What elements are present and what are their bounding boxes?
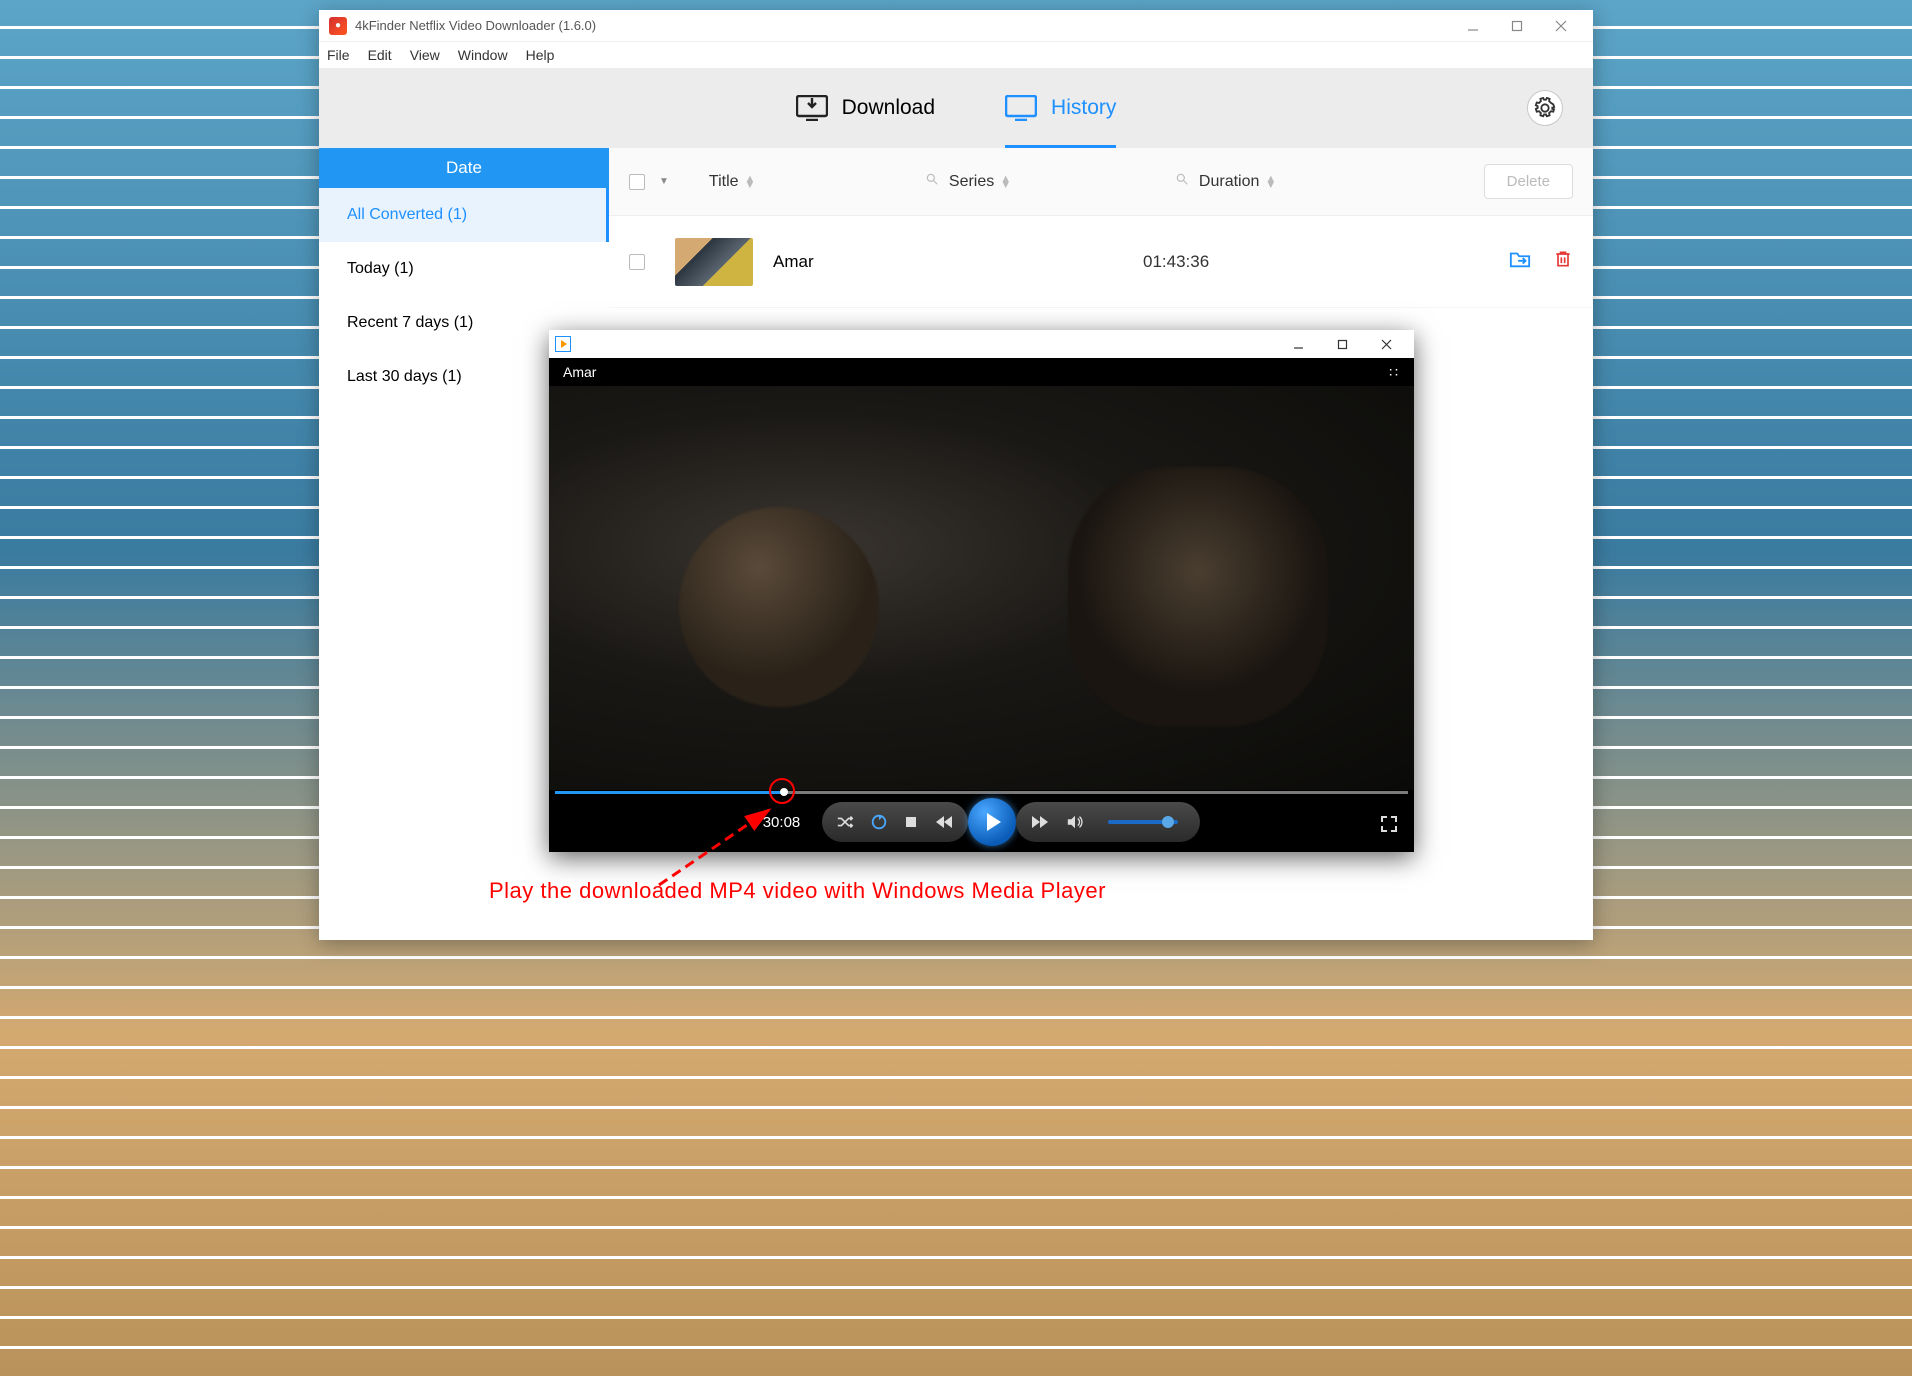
controls-pill-left <box>822 802 968 842</box>
seek-bar[interactable] <box>555 791 1408 794</box>
sort-icon: ▲▼ <box>745 176 756 188</box>
seek-progress <box>555 791 785 794</box>
delete-row-button[interactable] <box>1553 249 1573 274</box>
tab-download-label: Download <box>842 96 935 120</box>
play-button[interactable] <box>968 798 1016 846</box>
row-duration: 01:43:36 <box>1143 252 1363 272</box>
select-all-checkbox[interactable] <box>629 174 645 190</box>
player-minimize-button[interactable] <box>1276 331 1320 357</box>
row-checkbox[interactable] <box>629 254 645 270</box>
player-video-title: Amar <box>563 364 596 380</box>
forward-button[interactable] <box>1030 815 1050 829</box>
close-button[interactable] <box>1539 11 1583 41</box>
tab-download[interactable]: Download <box>796 68 935 148</box>
download-icon <box>796 95 828 121</box>
menu-edit[interactable]: Edit <box>368 47 392 63</box>
tab-history[interactable]: History <box>1005 68 1116 148</box>
filter-all-converted[interactable]: All Converted (1) <box>319 188 609 242</box>
menu-window[interactable]: Window <box>458 47 508 63</box>
table-row[interactable]: Amar 01:43:36 <box>609 216 1593 308</box>
fullscreen-button[interactable] <box>1380 815 1398 838</box>
volume-slider[interactable] <box>1108 820 1178 824</box>
sidebar-header: Date <box>319 148 609 188</box>
column-series-label: Series <box>949 173 994 191</box>
sort-icon: ▲▼ <box>1000 176 1011 188</box>
window-title: 4kFinder Netflix Video Downloader (1.6.0… <box>355 18 1451 33</box>
annotation-text: Play the downloaded MP4 video with Windo… <box>489 878 1106 904</box>
table-header: ▼ Title ▲▼ Series ▲▼ Duration ▲▼ Delete <box>609 148 1593 216</box>
media-player-window: Amar ∷ 30:08 <box>549 330 1414 852</box>
minimize-button[interactable] <box>1451 11 1495 41</box>
video-content <box>679 507 879 707</box>
player-header: Amar ∷ <box>549 358 1414 386</box>
player-maximize-button[interactable] <box>1320 331 1364 357</box>
column-series[interactable]: Series ▲▼ <box>949 172 1189 191</box>
filter-today[interactable]: Today (1) <box>319 242 609 296</box>
player-view-button[interactable]: ∷ <box>1389 364 1400 381</box>
player-controls: 30:08 <box>549 798 1414 846</box>
player-titlebar <box>549 330 1414 358</box>
maximize-button[interactable] <box>1495 11 1539 41</box>
gear-icon <box>1534 97 1556 119</box>
video-display[interactable] <box>549 386 1414 790</box>
shuffle-button[interactable] <box>836 814 854 830</box>
open-folder-button[interactable] <box>1509 249 1531 274</box>
video-thumbnail <box>675 238 753 286</box>
settings-button[interactable] <box>1527 90 1563 126</box>
menu-file[interactable]: File <box>327 47 350 63</box>
stop-button[interactable] <box>904 815 918 829</box>
titlebar: ● 4kFinder Netflix Video Downloader (1.6… <box>319 10 1593 42</box>
app-icon: ● <box>329 17 347 35</box>
chevron-down-icon[interactable]: ▼ <box>659 176 669 187</box>
rewind-button[interactable] <box>934 815 954 829</box>
tab-bar: Download History <box>319 68 1593 148</box>
repeat-button[interactable] <box>870 813 888 831</box>
wmp-icon <box>555 336 571 352</box>
search-icon[interactable] <box>1175 172 1189 191</box>
volume-button[interactable] <box>1066 814 1084 830</box>
app-window: ● 4kFinder Netflix Video Downloader (1.6… <box>319 10 1593 940</box>
sort-icon: ▲▼ <box>1265 176 1276 188</box>
menu-help[interactable]: Help <box>526 47 555 63</box>
menubar: File Edit View Window Help <box>319 42 1593 68</box>
monitor-icon <box>1005 95 1037 121</box>
column-duration[interactable]: Duration ▲▼ <box>1199 173 1439 191</box>
controls-pill-right <box>1016 802 1200 842</box>
row-title: Amar <box>773 252 903 272</box>
column-title-label: Title <box>709 173 739 191</box>
column-title[interactable]: Title ▲▼ <box>709 172 939 191</box>
menu-view[interactable]: View <box>410 47 440 63</box>
column-duration-label: Duration <box>1199 173 1259 191</box>
elapsed-time: 30:08 <box>763 814 801 831</box>
search-icon[interactable] <box>925 172 939 191</box>
tab-history-label: History <box>1051 96 1116 120</box>
annotation-circle <box>769 778 795 804</box>
player-close-button[interactable] <box>1364 331 1408 357</box>
delete-button[interactable]: Delete <box>1484 164 1573 199</box>
row-actions <box>1509 249 1573 274</box>
video-content <box>1068 467 1328 727</box>
